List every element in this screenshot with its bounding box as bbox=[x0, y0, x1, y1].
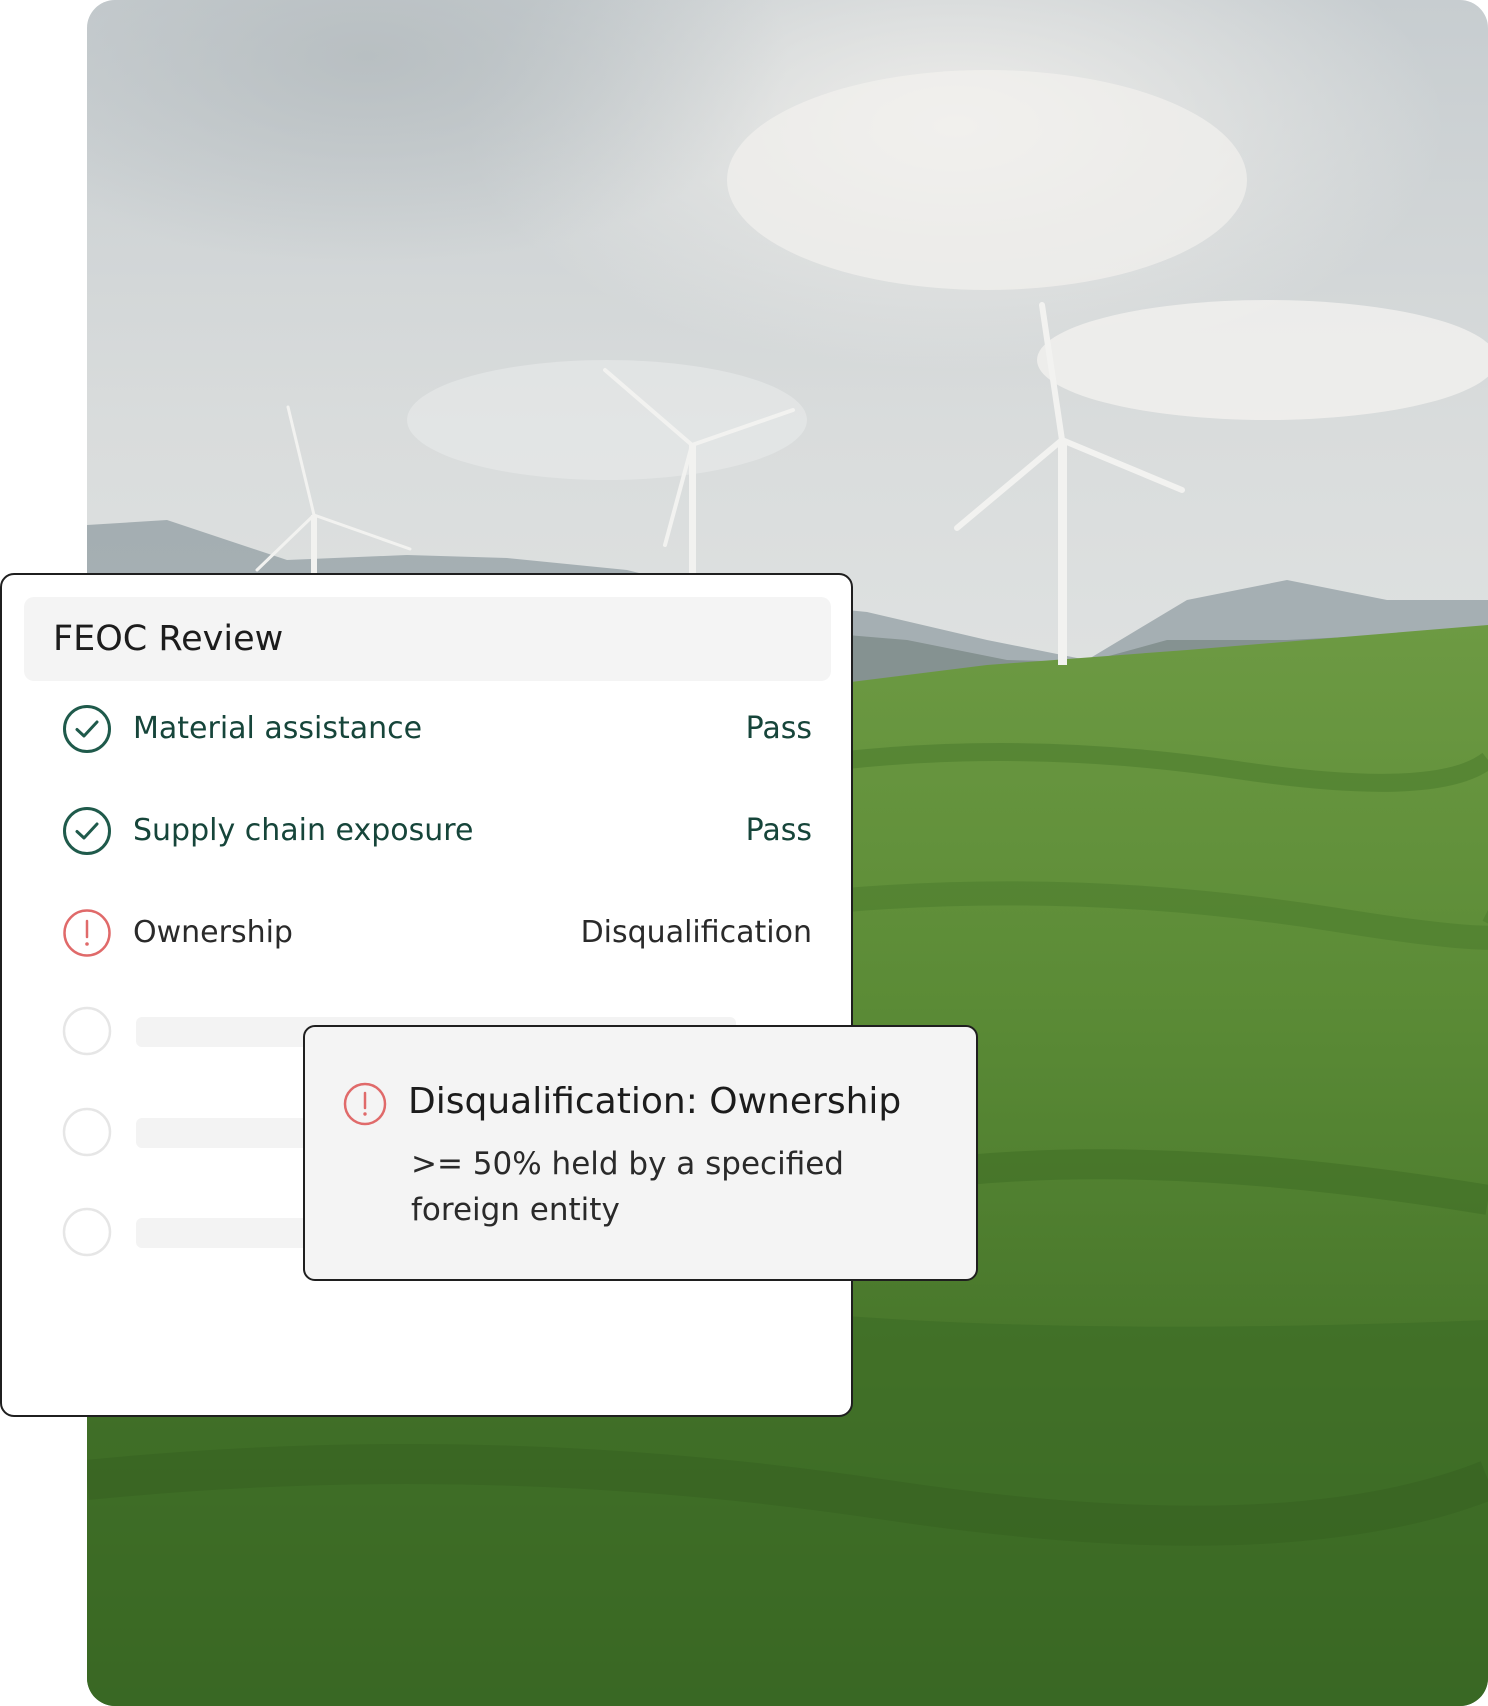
check-row-ownership[interactable]: Ownership Disqualification bbox=[62, 906, 812, 960]
empty-circle-icon bbox=[62, 1107, 112, 1157]
check-row-material-assistance[interactable]: Material assistance Pass bbox=[62, 702, 812, 756]
review-header: FEOC Review bbox=[24, 597, 831, 681]
empty-circle-icon bbox=[62, 1207, 112, 1257]
detail-body: >= 50% held by a specified foreign entit… bbox=[411, 1146, 844, 1228]
row-label: Supply chain exposure bbox=[133, 813, 474, 848]
feoc-review-card: FEOC Review Material assistance Pass Sup… bbox=[0, 573, 853, 1417]
check-row-supply-chain-exposure[interactable]: Supply chain exposure Pass bbox=[62, 804, 812, 858]
review-title: FEOC Review bbox=[53, 619, 284, 659]
alert-circle-icon bbox=[343, 1082, 387, 1126]
disqualification-detail-card: Disqualification: Ownership >= 50% held … bbox=[303, 1025, 978, 1281]
check-circle-icon bbox=[62, 806, 112, 856]
check-circle-icon bbox=[62, 704, 112, 754]
row-status: Pass bbox=[745, 711, 812, 746]
row-label: Ownership bbox=[133, 915, 293, 950]
row-status: Pass bbox=[745, 813, 812, 848]
row-label: Material assistance bbox=[133, 711, 423, 746]
alert-circle-icon bbox=[62, 908, 112, 958]
detail-title: Disqualification: Ownership bbox=[408, 1081, 902, 1122]
empty-circle-icon bbox=[62, 1006, 112, 1056]
row-status: Disqualification bbox=[580, 915, 812, 950]
